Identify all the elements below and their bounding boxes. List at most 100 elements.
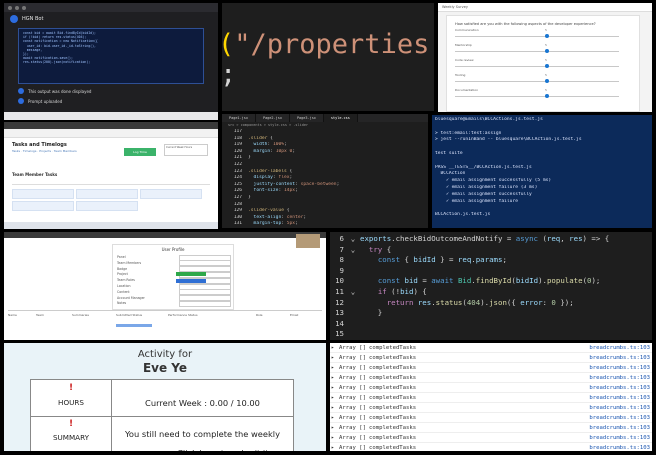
- line-number: 8: [339, 255, 344, 265]
- log-type: Array []: [339, 444, 366, 451]
- message-text: This output was done displayed: [28, 88, 92, 94]
- code-line: .slider-value {: [248, 208, 290, 214]
- expand-arrow-icon[interactable]: ▸: [330, 355, 339, 361]
- taskbar: [4, 112, 218, 120]
- code-line: justify-content: space-between;: [253, 181, 340, 187]
- source-link[interactable]: breadcrumbs.ts:103: [589, 395, 650, 401]
- summary-link[interactable]: You still need to complete the weekly su…: [112, 422, 293, 451]
- hours-info-box: Current Week Hours: [164, 144, 208, 156]
- console-row[interactable]: ▸ Array [] completedTasks breadcrumbs.ts:10…: [330, 423, 652, 433]
- code-line: const bid = await Bid.findById(bidId).po…: [377, 276, 601, 286]
- terminal-line: ✓ email assignment failure (3 ms): [435, 184, 538, 190]
- panel-item-label: Badge: [117, 266, 128, 271]
- slider-thumb[interactable]: [545, 79, 550, 83]
- panel-item-label: Location: [117, 284, 131, 288]
- code-line: }: [248, 155, 251, 161]
- alert-icon: !: [68, 419, 74, 429]
- source-link[interactable]: breadcrumbs.ts:103: [589, 385, 650, 391]
- console-row[interactable]: ▸ Array [] completedTasks breadcrumbs.ts:10…: [330, 353, 652, 363]
- form-question: How satisfied are you with the following…: [455, 22, 596, 26]
- console-row[interactable]: ▸ Array [] completedTasks breadcrumbs.ts:10…: [330, 373, 652, 383]
- expand-arrow-icon[interactable]: ▸: [330, 345, 339, 351]
- slider-track[interactable]: [455, 79, 619, 83]
- line-number: 15: [335, 329, 344, 339]
- console-row[interactable]: ▸ Array [] completedTasks breadcrumbs.ts:10…: [330, 433, 652, 443]
- chat-message: Prompt uploaded: [4, 96, 218, 106]
- editor-tab[interactable]: Page2.jsx: [256, 114, 290, 122]
- editor-tab[interactable]: Page1.jsx: [222, 114, 256, 122]
- user-profile-screenshot: User Profile Panel Team Members Badge Proje…: [4, 232, 326, 340]
- line-number: 12: [335, 297, 344, 307]
- console-row[interactable]: ▸ Array [] completedTasks breadcrumbs.ts:10…: [330, 363, 652, 373]
- slider-thumb[interactable]: [545, 64, 550, 68]
- terminal-line: > test:email:test:assign: [435, 130, 502, 136]
- big-code-zoom: ("/properties' ;: [222, 3, 434, 111]
- address-bar[interactable]: [4, 129, 218, 138]
- window-dot[interactable]: [15, 5, 19, 10]
- line-numbers: 678910111213141516171819: [330, 234, 346, 340]
- slider-track[interactable]: [455, 34, 619, 38]
- expand-arrow-icon[interactable]: ▸: [330, 435, 339, 441]
- console-row[interactable]: ▸ Array [] completedTasks breadcrumbs.ts:10…: [330, 413, 652, 423]
- panel-title: User Profile: [161, 247, 185, 252]
- window-titlebar: [4, 3, 218, 12]
- source-link[interactable]: breadcrumbs.ts:103: [589, 435, 650, 441]
- editor-tab[interactable]: style.css: [323, 114, 358, 122]
- slider-value: 5: [545, 88, 547, 92]
- window-dot[interactable]: [22, 5, 26, 10]
- slider-thumb[interactable]: [545, 34, 550, 38]
- breadcrumb[interactable]: src > components > style.css > .slider: [222, 122, 428, 129]
- expand-arrow-icon[interactable]: ▸: [330, 375, 339, 381]
- expand-arrow-icon[interactable]: ▸: [330, 425, 339, 431]
- line-numbers: 117 118 119 120 121 122 123 124 125 126 127 128 129 1…: [222, 129, 248, 228]
- save-button[interactable]: [176, 272, 206, 276]
- log-type: Array []: [339, 344, 366, 351]
- activity-card: Activity for Eve Ye ! HOURS Current Week…: [4, 343, 326, 451]
- slider-track[interactable]: [455, 64, 619, 68]
- table-header: Role: [256, 313, 263, 317]
- source-link[interactable]: breadcrumbs.ts:103: [589, 405, 650, 411]
- table-header: Team: [36, 313, 44, 317]
- code-line: exports.checkBidOutcomeAndNotify = async…: [360, 234, 610, 243]
- expand-arrow-icon[interactable]: ▸: [330, 385, 339, 391]
- panel-item-input[interactable]: [179, 300, 231, 307]
- log-message: completedTasks: [369, 414, 417, 421]
- browser-tab[interactable]: Weekly Survey: [438, 3, 652, 12]
- expand-arrow-icon[interactable]: ▸: [330, 405, 339, 411]
- console-row[interactable]: ▸ Array [] completedTasks breadcrumbs.ts:10…: [330, 343, 652, 353]
- log-message: completedTasks: [369, 384, 417, 391]
- slider-thumb[interactable]: [545, 49, 550, 53]
- table-header: Name: [8, 313, 17, 317]
- expand-arrow-icon[interactable]: ▸: [330, 445, 339, 451]
- slider-track[interactable]: [455, 94, 619, 98]
- line-number: 121: [233, 155, 242, 161]
- table-header: Email: [290, 313, 299, 317]
- window-dot[interactable]: [8, 5, 12, 10]
- console-row[interactable]: ▸ Array [] completedTasks breadcrumbs.ts:10…: [330, 393, 652, 403]
- expand-arrow-icon[interactable]: ▸: [330, 365, 339, 371]
- source-link[interactable]: breadcrumbs.ts:103: [589, 415, 650, 421]
- source-link[interactable]: breadcrumbs.ts:103: [589, 355, 650, 361]
- console-row[interactable]: ▸ Array [] completedTasks breadcrumbs.ts:10…: [330, 403, 652, 413]
- expand-arrow-icon[interactable]: ▸: [330, 415, 339, 421]
- log-time-button[interactable]: Log Time: [124, 148, 156, 156]
- expand-arrow-icon[interactable]: ▸: [330, 395, 339, 401]
- code-line: display: flex;: [253, 175, 293, 181]
- console-row[interactable]: ▸ Array [] completedTasks breadcrumbs.ts:10…: [330, 383, 652, 393]
- panel-item-label: Panel: [117, 255, 126, 259]
- console-row[interactable]: ▸ Array [] completedTasks breadcrumbs.ts:10…: [330, 443, 652, 451]
- slider-value: 5: [545, 43, 547, 47]
- slider-track[interactable]: [455, 49, 619, 53]
- slider-label: Communication: [455, 28, 479, 32]
- source-link[interactable]: breadcrumbs.ts:103: [589, 445, 650, 451]
- source-link[interactable]: breadcrumbs.ts:103: [589, 365, 650, 371]
- slider-thumb[interactable]: [545, 94, 550, 98]
- source-link[interactable]: breadcrumbs.ts:103: [589, 345, 650, 351]
- editor-tab[interactable]: Page3.jsx: [290, 114, 324, 122]
- source-link[interactable]: breadcrumbs.ts:103: [589, 375, 650, 381]
- panel-item-label: Team Members: [117, 260, 142, 265]
- view-button[interactable]: [176, 279, 206, 283]
- source-link[interactable]: breadcrumbs.ts:103: [589, 425, 650, 431]
- terminal-line: test suite: [435, 150, 463, 156]
